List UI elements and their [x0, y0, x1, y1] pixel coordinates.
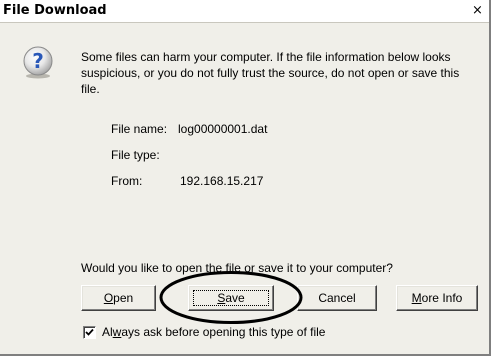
file-name-value: log00000001.dat [178, 122, 268, 136]
always-ask-label[interactable]: Always ask before opening this type of f… [102, 325, 325, 339]
save-button[interactable]: Save [188, 285, 274, 311]
always-ask-label-post: ays ask before opening this type of file [121, 325, 326, 339]
question-icon: ? [21, 45, 55, 79]
always-ask-label-pre: Al [102, 325, 113, 339]
file-name-label: File name: [111, 122, 168, 136]
open-button[interactable]: Open [81, 285, 156, 311]
from-value: 192.168.15.217 [180, 174, 264, 188]
open-accel: O [103, 291, 114, 305]
more-info-accel: M [411, 291, 422, 305]
svg-text:?: ? [32, 49, 44, 73]
cancel-button[interactable]: Cancel [297, 285, 377, 311]
more-info-label-rest: ore Info [421, 291, 463, 305]
save-label-rest: ave [225, 291, 245, 305]
security-warning-text: Some files can harm your computer. If th… [81, 50, 460, 96]
close-button[interactable]: × [470, 3, 485, 18]
more-info-button[interactable]: More Info [396, 285, 478, 311]
always-ask-checkbox[interactable] [83, 326, 96, 339]
title-bar[interactable]: File Download × [0, 0, 489, 23]
open-label-rest: pen [113, 291, 134, 305]
dialog-title: File Download [3, 3, 107, 18]
from-label: From: [111, 174, 143, 188]
checkmark-icon [85, 328, 94, 336]
file-type-label: File type: [111, 148, 160, 162]
save-focus-rect: Save [193, 290, 269, 306]
open-or-save-prompt: Would you like to open the file or save … [81, 261, 393, 275]
file-download-dialog: File Download × ? Some files can harm yo… [0, 0, 491, 356]
